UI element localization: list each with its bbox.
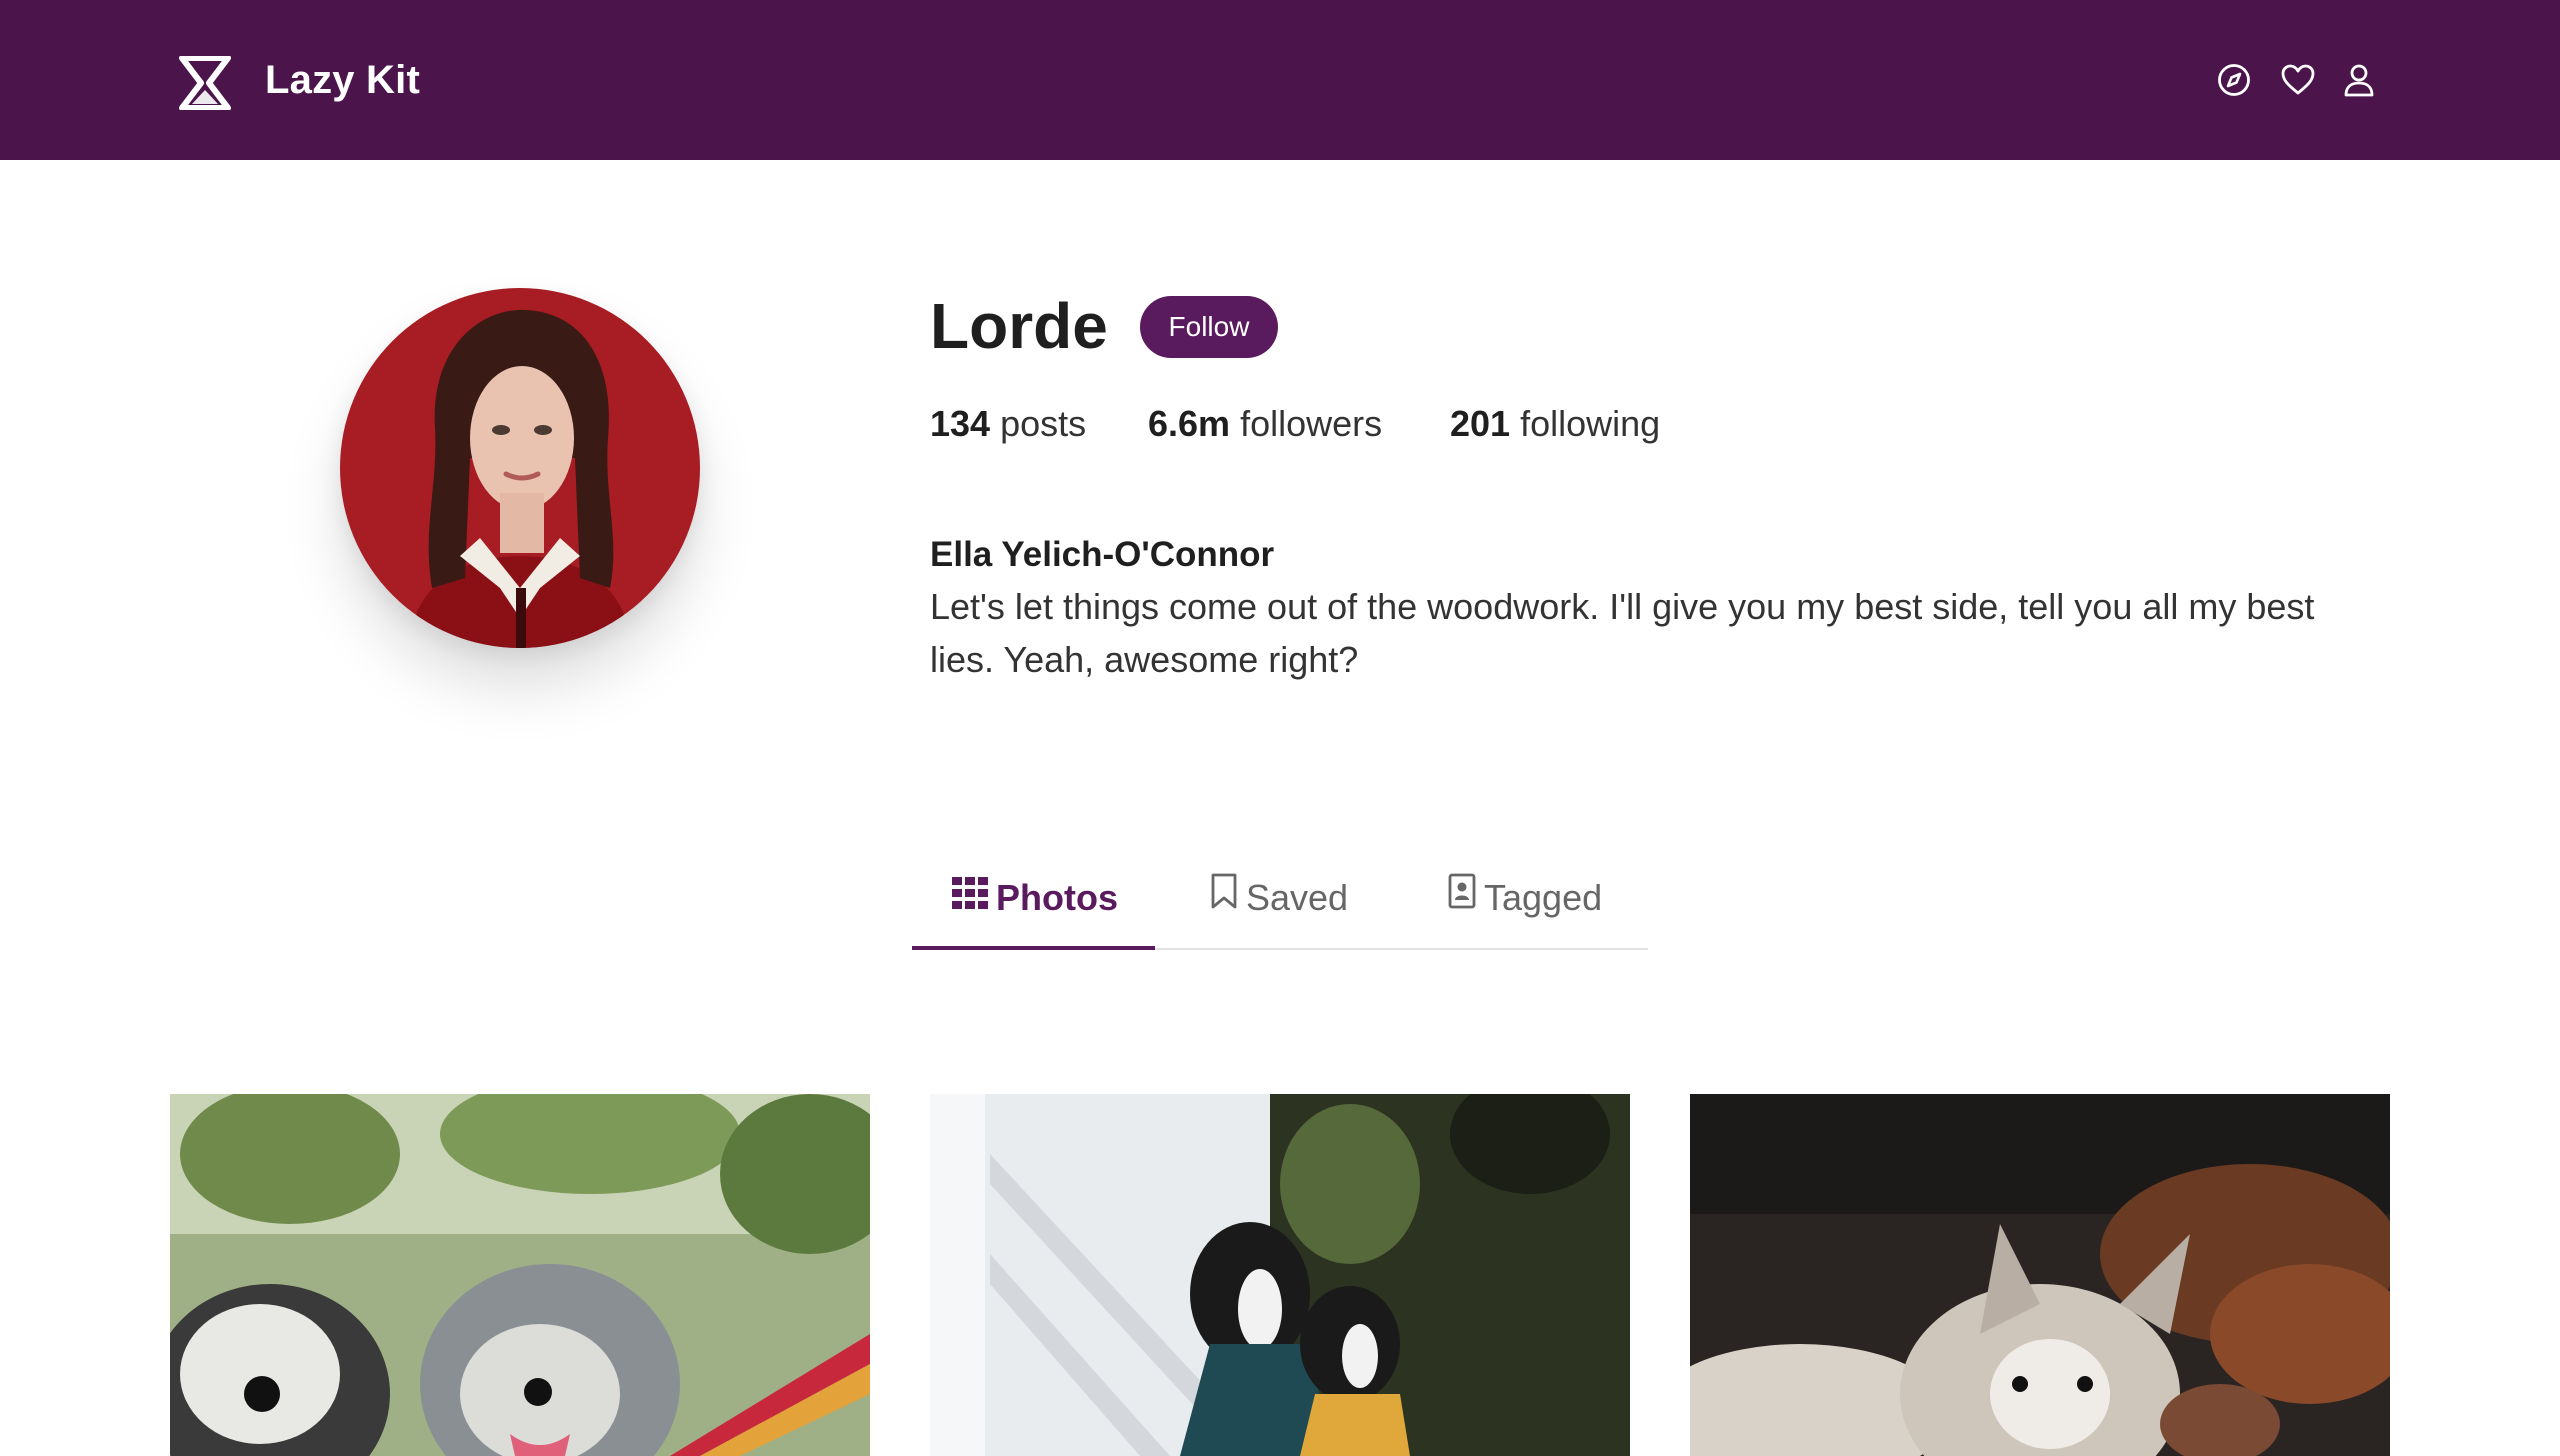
tab-tagged[interactable]: Tagged — [1448, 868, 1602, 950]
active-tab-indicator — [912, 946, 1155, 950]
compass-icon[interactable] — [2216, 62, 2252, 98]
stat-followers-value: 6.6m — [1148, 403, 1231, 444]
photo-tile[interactable] — [170, 1094, 870, 1456]
profile-username: Lorde — [930, 290, 1108, 362]
photo-tile[interactable] — [930, 1094, 1630, 1456]
stat-followers-label: followers — [1240, 403, 1383, 444]
stat-following-value: 201 — [1450, 403, 1511, 444]
stat-following[interactable]: 201 following — [1450, 398, 1660, 450]
app-name[interactable]: Lazy Kit — [265, 52, 420, 108]
contact-badge-icon — [1448, 867, 1476, 927]
profile-tabs: Photos Saved Tagged — [912, 868, 1648, 950]
stat-followers[interactable]: 6.6m followers — [1148, 398, 1382, 450]
stat-following-label: following — [1520, 403, 1661, 444]
tab-saved[interactable]: Saved — [1210, 868, 1348, 950]
tab-saved-label: Saved — [1246, 877, 1349, 918]
profile-avatar[interactable] — [340, 288, 700, 648]
tab-photos[interactable]: Photos — [952, 868, 1118, 950]
stat-posts[interactable]: 134 posts — [930, 398, 1086, 450]
grid-icon — [952, 867, 988, 927]
stat-posts-value: 134 — [930, 403, 991, 444]
tab-tagged-label: Tagged — [1484, 877, 1603, 918]
top-navigation-bar: Lazy Kit — [0, 0, 2560, 160]
follow-button[interactable]: Follow — [1140, 296, 1278, 358]
heart-icon[interactable] — [2280, 62, 2316, 98]
tab-photos-label: Photos — [996, 877, 1118, 918]
user-icon[interactable] — [2341, 62, 2377, 98]
hourglass-logo-icon[interactable] — [178, 56, 232, 110]
photo-tile[interactable] — [1690, 1094, 2390, 1456]
bookmark-icon — [1210, 867, 1238, 927]
stat-posts-label: posts — [1000, 403, 1087, 444]
profile-full-name: Ella Yelich-O'Connor — [930, 535, 1275, 574]
profile-bio: Let's let things come out of the woodwor… — [930, 586, 2315, 680]
